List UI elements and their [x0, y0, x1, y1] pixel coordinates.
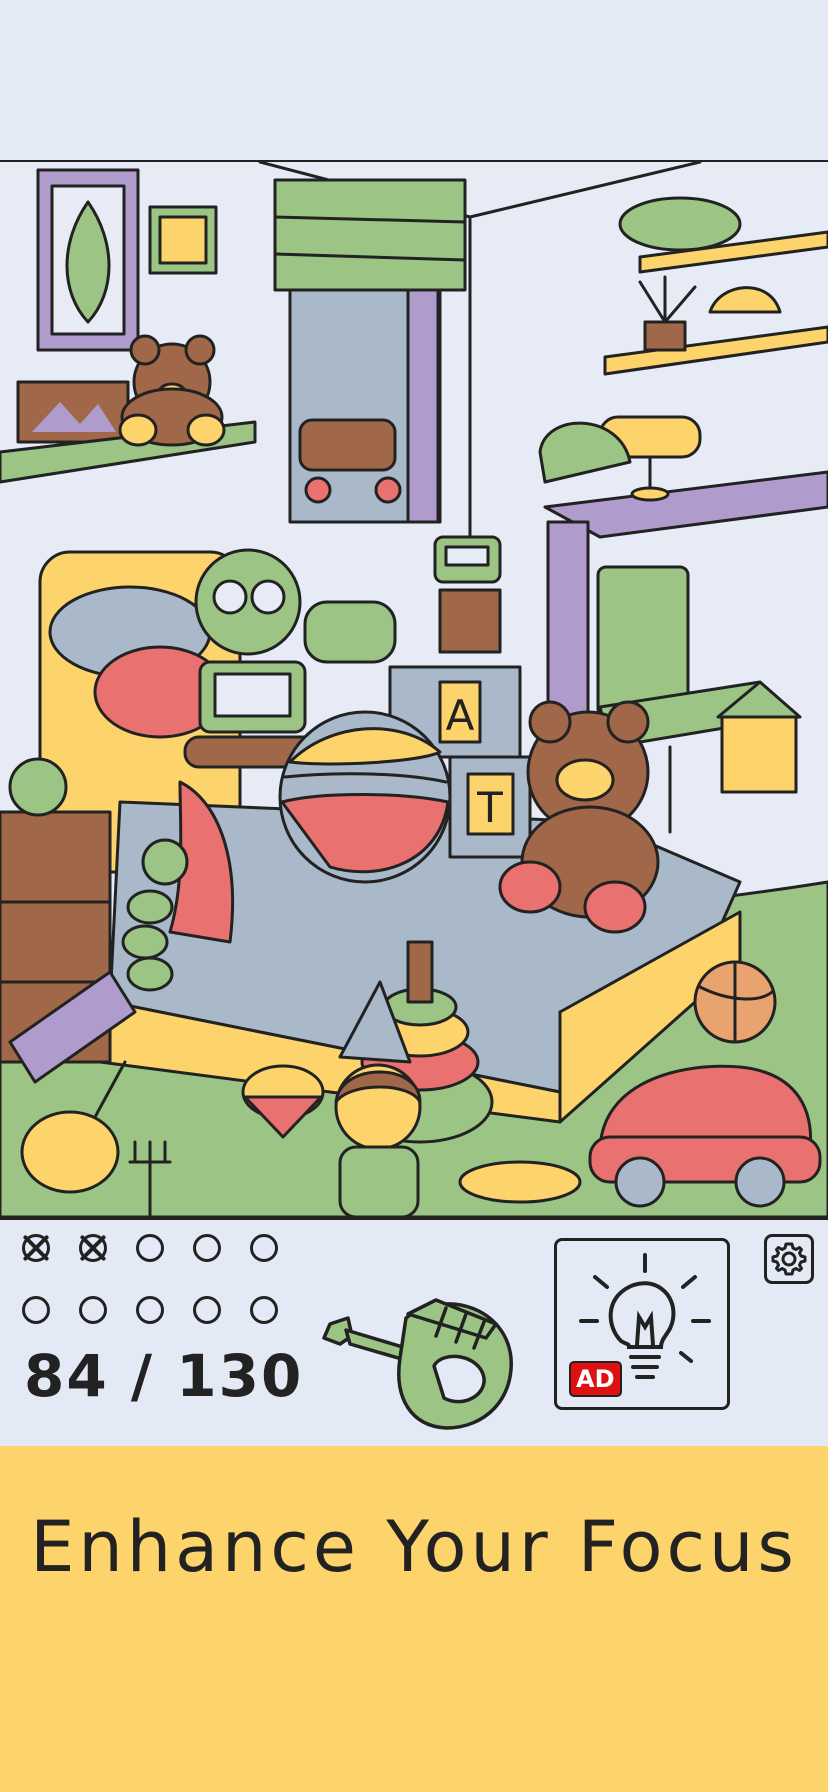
top-bar: [0, 0, 828, 160]
remaining-item-marker: [136, 1234, 164, 1262]
svg-text:T: T: [476, 783, 503, 832]
found-item-marker: [22, 1234, 50, 1262]
remaining-item-marker: [250, 1296, 278, 1324]
ad-badge: AD: [569, 1361, 622, 1397]
remaining-item-marker: [250, 1234, 278, 1262]
hidden-object-scene[interactable]: .o{stroke:#222;stroke-width:3;stroke-lin…: [0, 160, 828, 1220]
remaining-item-marker: [193, 1296, 221, 1324]
found-item-marker: [79, 1234, 107, 1262]
progress-counter: 84 / 130: [24, 1342, 304, 1410]
remaining-item-marker: [22, 1296, 50, 1324]
banner-tagline: Enhance Your Focus: [30, 1506, 798, 1588]
settings-button[interactable]: [764, 1234, 814, 1284]
remaining-item-marker: [79, 1296, 107, 1324]
game-hud: 84 / 130 .p{stroke:#222;stroke-width:3.5…: [0, 1220, 828, 1446]
gear-icon: [771, 1242, 807, 1276]
hint-button[interactable]: .q{stroke:#222;stroke-width:4;stroke-lin…: [554, 1238, 730, 1410]
toy-room-illustration: .o{stroke:#222;stroke-width:3;stroke-lin…: [0, 162, 828, 1217]
svg-text:A: A: [446, 691, 475, 740]
remaining-item-marker: [193, 1234, 221, 1262]
remaining-item-marker: [136, 1296, 164, 1324]
watering-can-icon: .p{stroke:#222;stroke-width:3.5;stroke-l…: [316, 1278, 516, 1438]
promo-banner: Enhance Your Focus: [0, 1446, 828, 1792]
